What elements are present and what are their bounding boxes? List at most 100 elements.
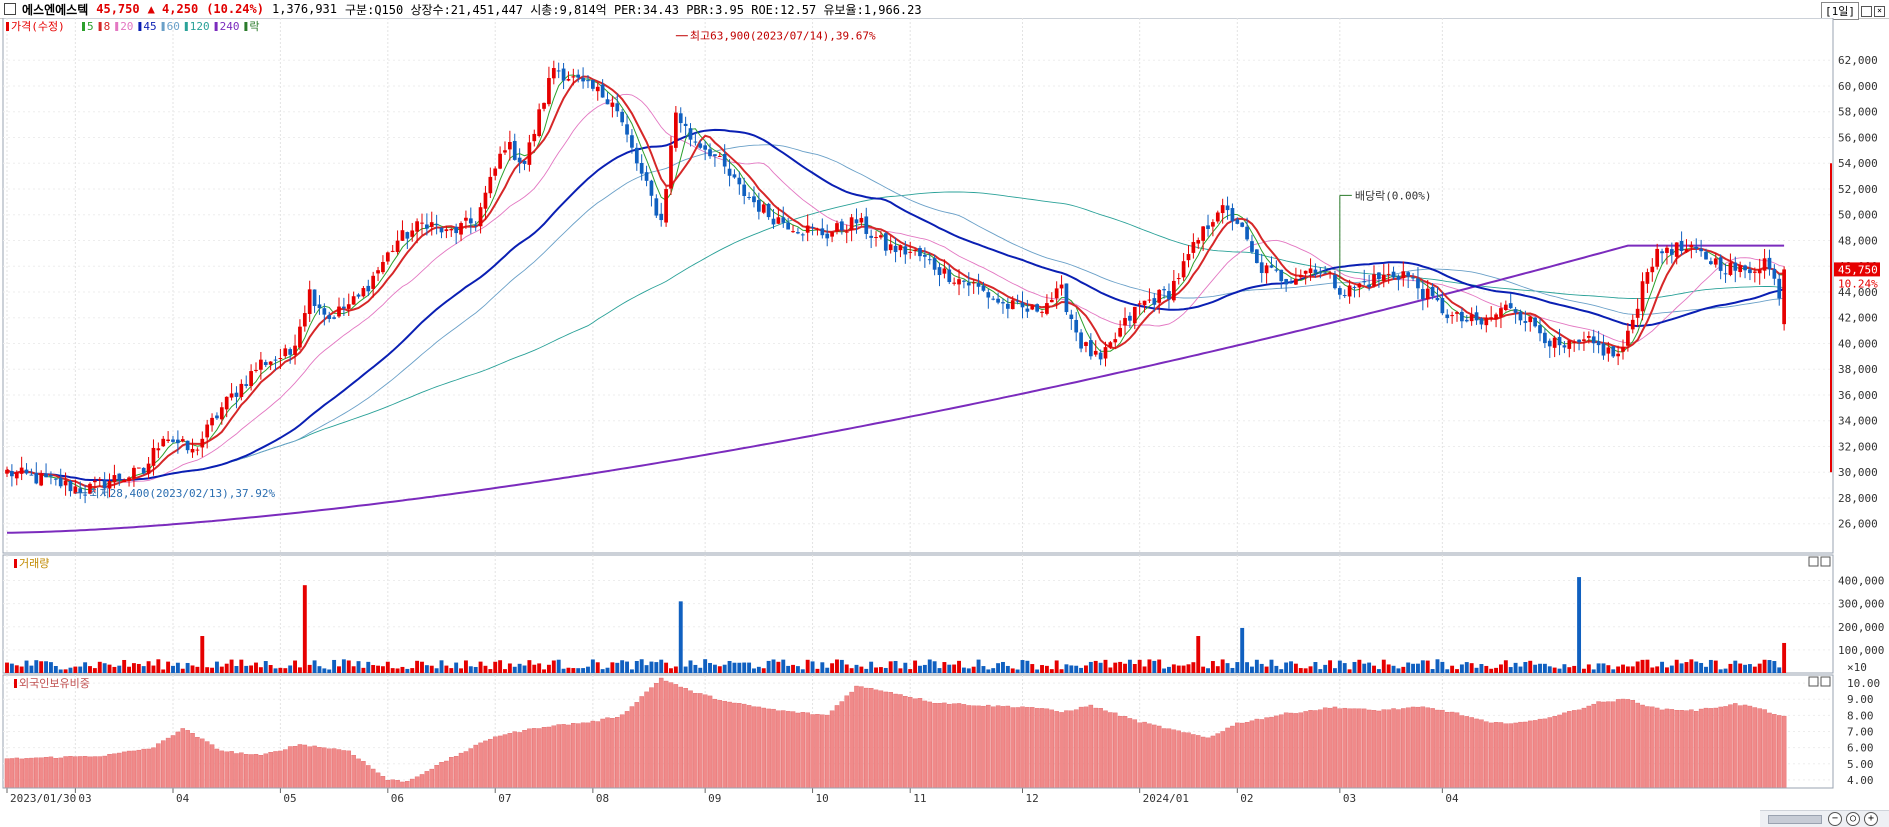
- foreign-bar: [82, 756, 88, 789]
- candle-body: [224, 396, 229, 410]
- foreign-bar: [507, 733, 513, 789]
- foreign-bar: [307, 746, 312, 789]
- volume-bar: [283, 668, 288, 673]
- volume-bar: [1547, 666, 1552, 673]
- volume-bar: [1713, 660, 1718, 673]
- foreign-bar: [1264, 717, 1269, 789]
- candle-body: [473, 224, 478, 226]
- minimize-icon[interactable]: [1861, 5, 1872, 17]
- x-tick-label: 09: [708, 792, 721, 805]
- foreign-bar: [405, 781, 410, 789]
- candle-body: [503, 150, 507, 153]
- foreign-bar: [131, 750, 137, 789]
- zoom-out-icon[interactable]: −: [1828, 812, 1842, 826]
- volume-title-swatch: [14, 559, 17, 568]
- foreign-bar: [1493, 722, 1499, 789]
- foreign-bar: [63, 756, 68, 789]
- volume-bar: [830, 663, 835, 673]
- volume-bar: [1498, 664, 1503, 673]
- foreign-bar: [1718, 706, 1723, 789]
- volume-bar: [678, 601, 683, 673]
- volume-bar: [1181, 665, 1186, 673]
- foreign-bar: [1562, 712, 1567, 789]
- panel-close-icon[interactable]: [1820, 676, 1831, 687]
- chart-scrollbar[interactable]: − ○ +: [1760, 810, 1889, 827]
- legend-swatch: [82, 22, 85, 31]
- foreign-bar: [361, 761, 366, 789]
- scroll-thumb[interactable]: [1768, 815, 1822, 824]
- volume-bar: [1401, 666, 1406, 673]
- foreign-bar: [1196, 735, 1201, 789]
- candle-body: [864, 216, 869, 234]
- panel-minimize-icon[interactable]: [1808, 676, 1819, 687]
- candle-body: [337, 306, 341, 317]
- volume-bar: [1289, 661, 1293, 673]
- candle-body: [1128, 315, 1132, 321]
- candle-body: [693, 141, 698, 143]
- volume-bar: [429, 665, 434, 673]
- volume-bar: [1396, 668, 1401, 673]
- foreign-bar: [1689, 709, 1694, 789]
- candle-body: [498, 153, 502, 169]
- volume-bar: [913, 660, 918, 673]
- foreign-bar: [854, 685, 859, 789]
- volume-bar: [659, 659, 664, 673]
- volume-bar: [1606, 665, 1611, 673]
- foreign-bar: [492, 736, 498, 789]
- candle-body: [1240, 222, 1245, 227]
- volume-bar: [351, 666, 356, 673]
- foreign-bar: [600, 718, 605, 789]
- volume-bar: [327, 669, 332, 673]
- volume-bar: [1079, 667, 1084, 673]
- zoom-in-icon[interactable]: +: [1864, 812, 1878, 826]
- candle-body: [171, 439, 175, 442]
- checkbox-icon[interactable]: [4, 3, 16, 15]
- stock-chart[interactable]: 26,000 28,000 30,000 32,000 34,000 36,000 38,0…: [0, 18, 1889, 826]
- candle-body: [605, 99, 610, 105]
- price-tick-label: 32,000: [1838, 440, 1878, 453]
- candle-body: [732, 174, 737, 178]
- candle-body: [576, 74, 581, 78]
- foreign-bar: [888, 691, 893, 789]
- zoom-reset-icon[interactable]: ○: [1846, 812, 1860, 826]
- candle-body: [19, 467, 24, 474]
- volume-bar: [1059, 669, 1064, 673]
- foreign-bar: [351, 755, 356, 789]
- legend-label: 8: [104, 20, 111, 33]
- candle-body: [44, 473, 48, 478]
- candle-body: [547, 78, 551, 105]
- volume-bar: [1210, 661, 1215, 673]
- volume-bar: [459, 668, 463, 673]
- foreign-bar: [248, 754, 254, 789]
- volume-bar: [820, 662, 825, 673]
- candle-body: [1723, 273, 1728, 275]
- foreign-bar: [141, 748, 146, 789]
- foreign-bar: [287, 746, 293, 789]
- candle-body: [1704, 251, 1708, 260]
- foreign-bar: [1650, 706, 1655, 789]
- candle-body: [659, 213, 664, 221]
- candle-body: [1464, 319, 1469, 322]
- candle-body: [1191, 242, 1196, 253]
- foreign-bar: [146, 748, 151, 789]
- volume-bar: [1274, 665, 1279, 673]
- candle-body: [1313, 269, 1318, 273]
- volume-bar: [1123, 663, 1127, 673]
- panel-close-icon[interactable]: [1820, 556, 1831, 567]
- volume-bar: [644, 665, 649, 673]
- foreign-bar: [693, 693, 698, 789]
- foreign-bar: [1327, 707, 1333, 789]
- volume-bar: [893, 660, 898, 673]
- volume-bar: [1577, 577, 1582, 673]
- foreign-bar: [1259, 719, 1264, 789]
- candle-body: [459, 223, 463, 235]
- candle-body: [551, 68, 556, 79]
- volume-bar: [210, 667, 215, 673]
- candle-body: [1396, 276, 1401, 280]
- close-icon[interactable]: ×: [1874, 5, 1885, 17]
- candle-body: [1460, 311, 1464, 322]
- volume-bar: [1323, 664, 1328, 673]
- foreign-bar: [571, 723, 576, 789]
- foreign-bar: [624, 711, 630, 789]
- panel-minimize-icon[interactable]: [1808, 556, 1819, 567]
